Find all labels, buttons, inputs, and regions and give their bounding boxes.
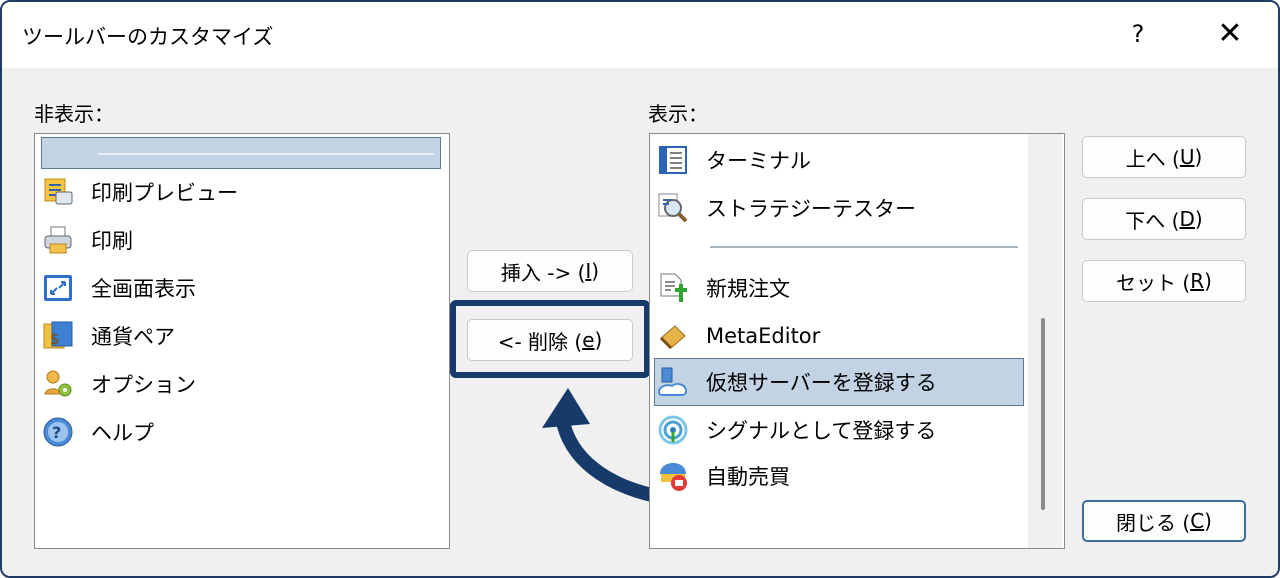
terminal-icon xyxy=(656,143,690,177)
list-item-label: 印刷 xyxy=(91,229,133,253)
insert-button-end: ) xyxy=(591,259,600,283)
svg-text:$: $ xyxy=(50,330,60,348)
delete-highlight-frame xyxy=(450,300,650,378)
list-item[interactable]: 仮想サーバーを登録する xyxy=(656,360,937,404)
hidden-list[interactable]: 印刷プレビュー 印刷 全画面表示 $ 通貨ペア オプション ? ヘルプ xyxy=(34,133,450,549)
close-button-end: ) xyxy=(1204,509,1212,533)
move-down-button-label: 下へ ( xyxy=(1125,208,1180,233)
dialog-title: ツールバーのカスタマイズ xyxy=(22,25,274,49)
currency-pair-icon: $ xyxy=(41,319,75,353)
shown-list-label: 表示： xyxy=(648,102,708,126)
list-item[interactable]: 自動売買 xyxy=(656,454,790,498)
list-item-label: 全画面表示 xyxy=(91,277,196,301)
reset-button-key: R xyxy=(1190,269,1205,293)
close-button-label: 閉じる ( xyxy=(1116,510,1191,535)
list-item-label: ヘルプ xyxy=(91,421,154,445)
move-down-button[interactable]: 下へ (D) xyxy=(1082,198,1246,240)
list-item-label: ストラテジーテスター xyxy=(706,197,916,221)
list-item-label: MetaEditor xyxy=(706,324,821,348)
hidden-separator-item[interactable] xyxy=(41,137,441,169)
help-button[interactable]: ? xyxy=(1114,12,1162,56)
list-item[interactable]: 新規注文 xyxy=(656,266,790,310)
scrollbar-track[interactable] xyxy=(1028,134,1062,548)
list-item-label: ターミナル xyxy=(706,149,811,173)
move-up-button-key: U xyxy=(1179,145,1195,169)
new-order-icon xyxy=(656,271,690,305)
reset-button[interactable]: セット (R) xyxy=(1082,260,1246,302)
help-icon: ? xyxy=(41,415,75,449)
close-button[interactable]: 閉じる (C) xyxy=(1082,500,1246,542)
list-item[interactable]: シグナルとして登録する xyxy=(656,408,936,452)
list-item[interactable]: 全画面表示 xyxy=(41,266,196,310)
move-down-button-key: D xyxy=(1179,207,1195,231)
move-up-button[interactable]: 上へ (U) xyxy=(1082,136,1246,178)
fullscreen-icon xyxy=(41,271,75,305)
list-item[interactable]: 印刷プレビュー xyxy=(41,170,238,214)
list-item-label: 新規注文 xyxy=(706,277,790,301)
hidden-list-label: 非表示： xyxy=(34,102,114,126)
list-item[interactable]: $ 通貨ペア xyxy=(41,314,175,358)
list-item[interactable]: MetaEditor xyxy=(656,314,820,358)
customize-toolbar-dialog: ツールバーのカスタマイズ ? ✕ 非表示： 印刷プレビュー 印刷 全画面表示 $… xyxy=(0,0,1280,578)
list-item[interactable]: ? ヘルプ xyxy=(41,410,154,454)
printer-icon xyxy=(41,223,75,257)
auto-trading-icon xyxy=(656,459,690,493)
svg-text:?: ? xyxy=(52,423,61,442)
close-window-button[interactable]: ✕ xyxy=(1202,12,1258,56)
virtual-server-icon xyxy=(656,365,690,399)
strategy-tester-icon xyxy=(656,191,690,225)
insert-button-label: 挿入 -> ( xyxy=(500,260,586,285)
scrollbar-thumb[interactable] xyxy=(1041,318,1045,510)
metaeditor-icon xyxy=(656,319,690,353)
list-item-label: オプション xyxy=(91,373,196,397)
list-item[interactable]: 印刷 xyxy=(41,218,133,262)
move-down-button-end: ) xyxy=(1194,207,1203,231)
reset-button-end: ) xyxy=(1204,269,1212,293)
list-item-label: 自動売買 xyxy=(706,465,790,489)
signal-icon xyxy=(656,413,690,447)
list-item-label: 印刷プレビュー xyxy=(91,181,238,205)
move-up-button-label: 上へ ( xyxy=(1125,146,1180,171)
shown-separator-item[interactable] xyxy=(710,246,1018,248)
list-item[interactable]: オプション xyxy=(41,362,196,406)
insert-button[interactable]: 挿入 -> (I) xyxy=(467,250,633,292)
list-item[interactable]: ストラテジーテスター xyxy=(656,186,916,230)
print-preview-icon xyxy=(41,175,75,209)
close-button-key: C xyxy=(1190,509,1205,533)
options-icon xyxy=(41,367,75,401)
title-bar: ツールバーのカスタマイズ ? ✕ xyxy=(2,2,1278,68)
list-item-label: 仮想サーバーを登録する xyxy=(706,371,937,395)
reset-button-label: セット ( xyxy=(1116,270,1191,295)
list-item[interactable]: ターミナル xyxy=(656,138,811,182)
shown-list[interactable]: ターミナル ストラテジーテスター 新規注文 MetaEditor 仮想サーバーを… xyxy=(649,133,1065,549)
list-item-label: 通貨ペア xyxy=(91,325,175,349)
move-up-button-end: ) xyxy=(1194,145,1203,169)
list-item-label: シグナルとして登録する xyxy=(706,419,937,443)
